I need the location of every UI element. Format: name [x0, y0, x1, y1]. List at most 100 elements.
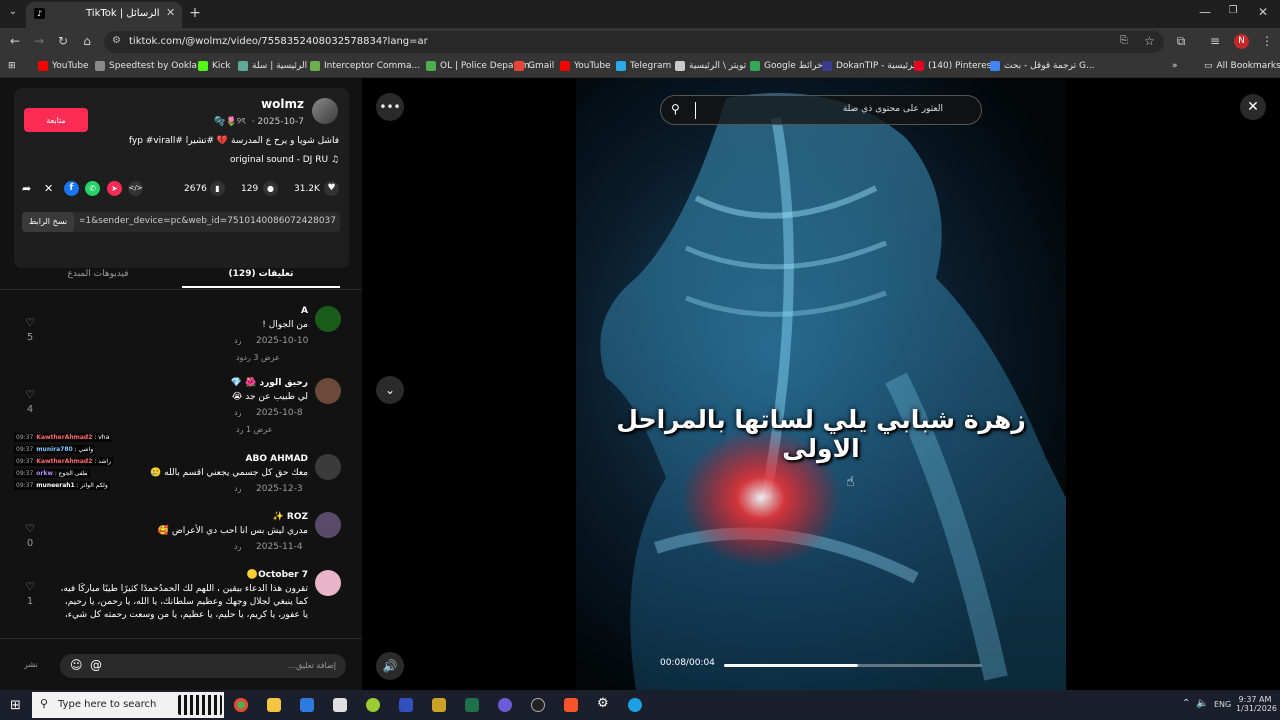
forward-icon[interactable]: →: [30, 34, 48, 48]
app-blue-icon[interactable]: [399, 698, 413, 712]
commenter-avatar[interactable]: [315, 378, 341, 404]
video-player[interactable]: ⚲ العثور على محتوى ذي صلة زهرة شبابي يلي…: [576, 78, 1066, 690]
back-icon[interactable]: ←: [6, 34, 24, 48]
mention-icon[interactable]: @: [90, 658, 102, 672]
app-gold-icon[interactable]: [432, 698, 446, 712]
browser-tab[interactable]: ♪ TikTok | الرسائل ✕: [26, 2, 182, 28]
bookmark-item[interactable]: Google خرائط: [750, 61, 823, 71]
tab-creator-videos[interactable]: فيديوهات المبدع: [14, 264, 182, 288]
more-options-icon[interactable]: •••: [376, 93, 404, 121]
reply-button[interactable]: رد: [234, 484, 241, 493]
file-explorer-icon[interactable]: [267, 698, 281, 712]
copy-link-button[interactable]: نسخ الرابط: [22, 212, 74, 232]
bookmark-item[interactable]: YouTube: [38, 61, 89, 71]
comment-author[interactable]: A: [100, 306, 308, 316]
comment-input[interactable]: ☺ @ إضافة تعليق...: [60, 654, 346, 678]
commenter-avatar[interactable]: [315, 454, 341, 480]
comment-author[interactable]: ROZ ✨: [100, 512, 308, 522]
embed-icon[interactable]: </>: [128, 181, 143, 196]
bookmark-item[interactable]: ترجمة قوقل - بحث G...: [990, 61, 1095, 71]
brave-icon[interactable]: [564, 698, 578, 712]
close-tab-icon[interactable]: ✕: [166, 6, 175, 19]
bookmark-item[interactable]: Telegram: [616, 61, 671, 71]
store-icon[interactable]: [300, 698, 314, 712]
comment-like-icon[interactable]: ♡: [22, 316, 38, 329]
x-share-icon[interactable]: ✕: [44, 182, 53, 195]
discord-icon[interactable]: [498, 698, 512, 712]
video-progress-bar[interactable]: [724, 664, 982, 667]
bookmark-item[interactable]: Speedtest by Ookla...: [95, 61, 206, 71]
browser-menu-icon[interactable]: ⋮: [1258, 34, 1276, 48]
media-control-icon[interactable]: ≡: [1206, 34, 1224, 48]
comment-like-icon[interactable]: ♡: [22, 580, 38, 593]
reload-icon[interactable]: ↻: [54, 34, 72, 48]
commenter-avatar[interactable]: [315, 512, 341, 538]
language-indicator[interactable]: ENG: [1214, 700, 1231, 709]
bookmark-item[interactable]: (140) Pinterest: [914, 61, 995, 71]
app-green-icon[interactable]: [366, 698, 380, 712]
mail-icon[interactable]: [333, 698, 347, 712]
next-video-icon[interactable]: ⌄: [376, 376, 404, 404]
facebook-share-icon[interactable]: f: [64, 181, 79, 196]
search-icon[interactable]: ⚲: [671, 102, 680, 116]
address-bar[interactable]: ⚙ tiktok.com/@wolmz/video/75583524080325…: [104, 31, 1164, 53]
edge-icon[interactable]: [628, 698, 642, 712]
close-video-icon[interactable]: ✕: [1240, 94, 1266, 120]
restore-icon[interactable]: ❐: [1224, 5, 1242, 16]
reply-button[interactable]: رد: [234, 542, 241, 551]
more-bookmarks-icon[interactable]: »: [1172, 61, 1178, 71]
profile-avatar[interactable]: N: [1234, 34, 1249, 49]
bookmark-star-icon[interactable]: ☆: [1144, 34, 1155, 48]
install-app-icon[interactable]: ⎘: [1120, 35, 1128, 46]
like-heart-icon[interactable]: ♥: [324, 181, 339, 196]
bookmark-item[interactable]: الرئيسية | سلة: [238, 61, 307, 71]
comment-like-icon[interactable]: ♡: [22, 522, 38, 535]
post-comment-button[interactable]: نشر: [24, 660, 38, 669]
windows-start-icon[interactable]: ⊞: [10, 698, 21, 713]
tab-search-icon[interactable]: ⌄: [4, 6, 22, 17]
send-share-icon[interactable]: ➤: [107, 181, 122, 196]
video-search-box[interactable]: ⚲ العثور على محتوى ذي صلة: [660, 95, 982, 125]
author-avatar[interactable]: [312, 98, 338, 124]
author-username[interactable]: wolmz: [214, 97, 304, 111]
commenter-avatar[interactable]: [315, 306, 341, 332]
whatsapp-share-icon[interactable]: ✆: [85, 181, 100, 196]
speaker-icon[interactable]: 🔈: [1196, 698, 1208, 709]
minimize-icon[interactable]: —: [1196, 5, 1214, 19]
bookmark-item[interactable]: Interceptor Comma...: [310, 61, 420, 71]
close-window-icon[interactable]: ✕: [1254, 5, 1272, 19]
commenter-avatar[interactable]: [315, 570, 341, 596]
taskbar-search[interactable]: ⚲ Type here to search: [32, 692, 224, 718]
share-link-text[interactable]: p=1&sender_device=pc&web_id=751014008607…: [80, 216, 336, 226]
bookmark-item[interactable]: Gmail: [514, 61, 554, 71]
new-tab-icon[interactable]: +: [186, 5, 204, 21]
comment-author[interactable]: رحيق الورد 🌺 💎: [100, 378, 308, 388]
bookmark-item[interactable]: تويتر \ الرئيسية: [675, 61, 746, 71]
comment-author[interactable]: October 7🟡: [100, 570, 308, 580]
site-info-icon[interactable]: ⚙: [112, 35, 121, 46]
follow-button[interactable]: متابعة: [24, 108, 88, 132]
bookmark-item[interactable]: Kick: [198, 61, 231, 71]
comment-like-icon[interactable]: ♡: [22, 388, 38, 401]
post-sound[interactable]: original sound - DJ RU ♫: [219, 155, 339, 165]
clock[interactable]: 9:37 AM 1/31/2026: [1236, 695, 1277, 713]
bookmark-item[interactable]: DokanTIP - الرئيسية: [822, 61, 918, 71]
emoji-icon[interactable]: ☺: [70, 658, 83, 672]
settings-gear-icon[interactable]: ⚙: [597, 696, 611, 711]
apps-icon[interactable]: ⊞: [8, 61, 16, 71]
bookmark-item[interactable]: YouTube: [560, 61, 611, 71]
bookmark-icon[interactable]: ▮: [210, 181, 225, 196]
view-replies-button[interactable]: عرض 3 ردود: [236, 353, 280, 362]
comment-icon[interactable]: ●: [263, 181, 278, 196]
all-bookmarks[interactable]: ▭ All Bookmarks: [1204, 61, 1280, 71]
reply-button[interactable]: رد: [234, 408, 241, 417]
extensions-icon[interactable]: ⧉: [1172, 34, 1190, 49]
home-icon[interactable]: ⌂: [78, 34, 96, 48]
view-replies-button[interactable]: عرض 1 رد: [236, 425, 272, 434]
reply-button[interactable]: رد: [234, 336, 241, 345]
tab-comments[interactable]: تعليقات (129): [182, 264, 340, 288]
tray-chevron-icon[interactable]: ⌃: [1182, 698, 1190, 709]
volume-icon[interactable]: 🔊: [376, 652, 404, 680]
share-icon[interactable]: ➦: [22, 182, 31, 195]
obs-icon[interactable]: [531, 698, 545, 712]
